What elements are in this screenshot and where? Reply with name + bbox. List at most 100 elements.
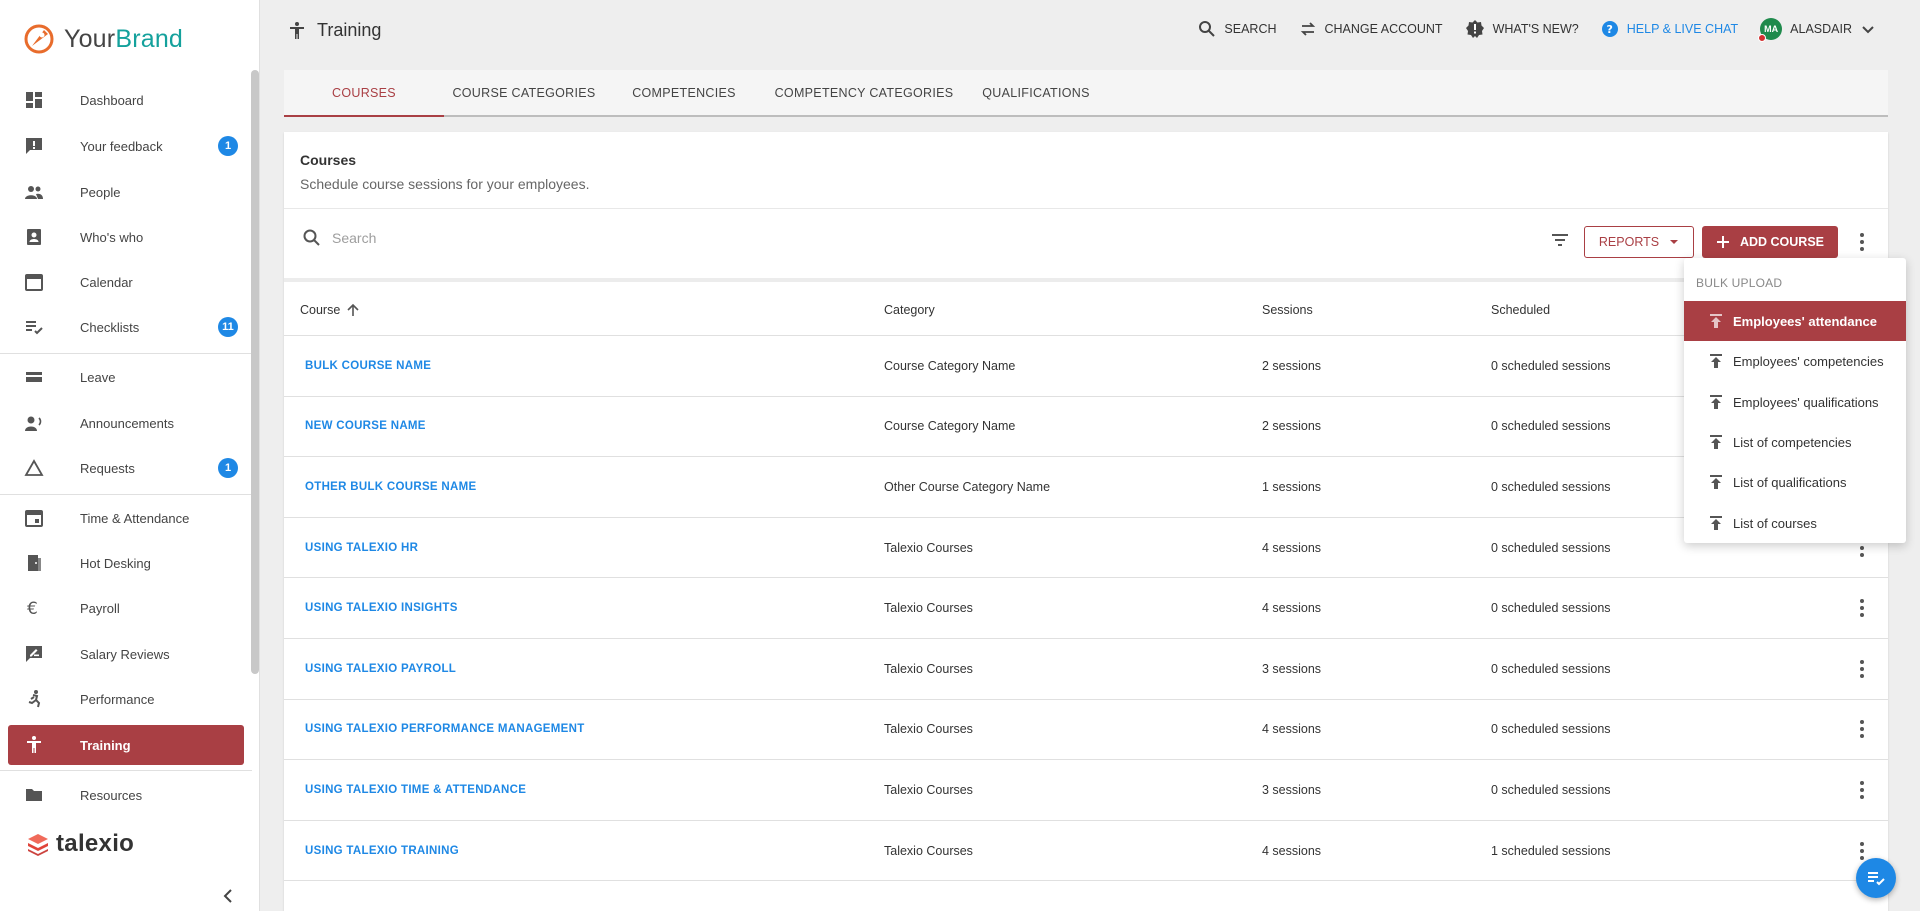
menu-item-list-of-competencies[interactable]: List of competencies [1684,422,1906,462]
search-button[interactable]: SEARCH [1198,20,1277,38]
whats-new-button[interactable]: WHAT'S NEW? [1465,19,1579,39]
sidebar-item-hot-desking[interactable]: Hot Desking [8,543,244,583]
card-header: Courses Schedule course sessions for you… [300,152,589,192]
course-link[interactable]: USING TALEXIO PERFORMANCE MANAGEMENT [305,723,585,735]
category-cell: Course Category Name [884,358,1016,373]
sidebar-item-label: Performance [80,691,155,707]
column-header-category[interactable]: Category [884,303,935,317]
sidebar-item-time-attendance[interactable]: Time & Attendance [8,498,244,538]
card-title: Courses [300,152,357,168]
course-link[interactable]: NEW COURSE NAME [305,420,426,432]
count-badge: 1 [218,458,238,478]
row-more-vert-icon[interactable] [1850,657,1874,681]
collapse-sidebar-icon[interactable] [216,884,240,908]
course-link[interactable]: USING TALEXIO HR [305,542,418,554]
page-title-text: Training [317,20,382,40]
menu-item-list-of-qualifications[interactable]: List of qualifications [1684,462,1906,502]
upload-icon [1710,395,1722,409]
row-more-vert-icon[interactable] [1850,596,1874,620]
sidebar-item-your-feedback[interactable]: Your feedback 1 [8,126,244,166]
rate-review-icon [26,646,42,662]
course-link[interactable]: USING TALEXIO TRAINING [305,845,459,857]
sidebar-item-dashboard[interactable]: Dashboard [8,80,244,120]
arrow-up-icon [347,303,359,316]
sidebar-item-calendar[interactable]: Calendar [8,262,244,302]
column-header-course[interactable]: Course [300,303,360,317]
euro-icon: € [27,599,38,618]
search-input[interactable] [332,230,932,246]
course-link[interactable]: USING TALEXIO TIME & ATTENDANCE [305,784,526,796]
sidebar-item-label: Time & Attendance [80,510,190,526]
sidebar-item-label: Training [80,737,131,753]
column-header-scheduled[interactable]: Scheduled [1491,303,1550,317]
talexio-logo-text: talexio [56,830,135,857]
sidebar-item-announcements[interactable]: Announcements [8,403,244,443]
course-link[interactable]: USING TALEXIO PAYROLL [305,663,456,675]
reports-button[interactable]: REPORTS [1584,226,1694,258]
search-icon [303,229,320,246]
sidebar-item-salary-reviews[interactable]: Salary Reviews [8,634,244,674]
user-menu-button[interactable]: MA ALASDAIR [1758,18,1876,42]
sidebar-item-performance[interactable]: Performance [8,679,244,719]
avatar-initials: MA [1764,24,1779,34]
more-vert-icon[interactable] [1850,230,1874,254]
sidebar-item-whos-who[interactable]: Who's who [8,217,244,257]
change-account-button[interactable]: CHANGE ACCOUNT [1299,20,1443,38]
triangle-icon [24,459,44,476]
tab-courses[interactable]: COURSES [284,70,444,117]
tab-course-categories[interactable]: COURSE CATEGORIES [444,70,604,115]
category-cell: Talexio Courses [884,782,973,797]
brand-name: YourBrand [64,24,184,53]
menu-item-employees-attendance[interactable]: Employees' attendance [1684,301,1906,341]
sidebar-item-label: Hot Desking [80,555,151,571]
course-link[interactable]: OTHER BULK COURSE NAME [305,481,476,493]
sessions-cell: 4 sessions [1262,843,1322,858]
upload-icon [1710,475,1722,489]
new-releases-icon [1465,20,1484,38]
column-header-sessions[interactable]: Sessions [1262,303,1313,317]
menu-heading: BULK UPLOAD [1696,276,1783,290]
caret-down-icon [1670,240,1679,244]
sidebar-item-label: Announcements [80,415,174,431]
course-link[interactable]: USING TALEXIO INSIGHTS [305,602,458,614]
row-more-vert-icon[interactable] [1850,778,1874,802]
menu-item-list-of-courses[interactable]: List of courses [1684,503,1906,543]
accessibility-icon [290,21,304,39]
course-link[interactable]: BULK COURSE NAME [305,360,431,372]
sidebar-item-leave[interactable]: Leave [8,357,244,397]
add-course-button[interactable]: ADD COURSE [1702,226,1838,258]
sidebar-scrollbar[interactable] [251,70,259,674]
sidebar-item-people[interactable]: People [8,172,244,212]
brand-logo[interactable]: YourBrand [22,22,183,56]
menu-item-employees-competencies[interactable]: Employees' competencies [1684,341,1906,381]
sidebar-item-payroll[interactable]: € Payroll [8,588,244,628]
tab-competency-categories[interactable]: COMPETENCY CATEGORIES [764,70,964,115]
scheduled-cell: 0 scheduled sessions [1491,661,1611,676]
status-dot [1758,34,1767,42]
scheduled-cell: 0 scheduled sessions [1491,722,1611,737]
sidebar-item-training[interactable]: Training [8,725,244,765]
tab-competencies[interactable]: COMPETENCIES [604,70,764,115]
calendar-icon [25,274,43,291]
sidebar-item-checklists[interactable]: Checklists 11 [8,307,244,347]
sidebar-item-requests[interactable]: Requests 1 [8,448,244,488]
run-icon [28,690,41,708]
floating-checklist-button[interactable] [1856,858,1896,898]
table-row: USING TALEXIO PAYROLL Talexio Courses 3 … [284,639,1888,700]
checklist-icon [1868,872,1885,886]
sidebar-item-label: Checklists [80,319,140,335]
menu-item-employees-qualifications[interactable]: Employees' qualifications [1684,382,1906,422]
sidebar-item-resources[interactable]: Resources [8,775,244,815]
search-icon [1199,21,1216,37]
tab-qualifications[interactable]: QUALIFICATIONS [964,70,1108,115]
sessions-cell: 2 sessions [1262,358,1322,373]
plus-icon [1716,236,1729,248]
add-course-label: ADD COURSE [1739,235,1825,249]
help-live-chat-button[interactable]: ? HELP & LIVE CHAT [1601,20,1738,38]
filter-icon[interactable] [1548,228,1572,252]
card-subtitle: Schedule course sessions for your employ… [300,176,590,192]
change-account-label: CHANGE ACCOUNT [1324,22,1443,36]
row-more-vert-icon[interactable] [1850,717,1874,741]
scheduled-cell: 0 scheduled sessions [1491,419,1611,434]
menu-item-label: Employees' attendance [1733,313,1877,329]
